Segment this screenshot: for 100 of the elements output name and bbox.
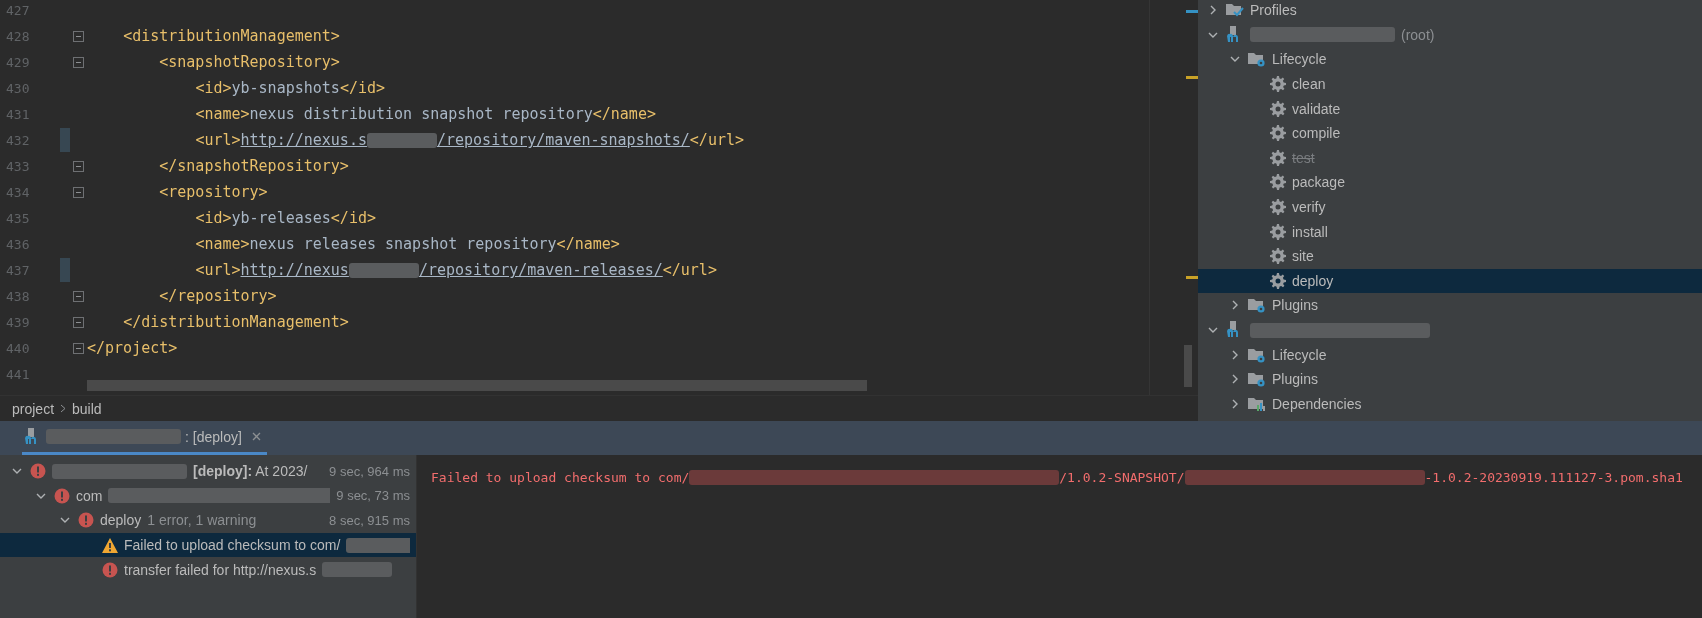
step-summary: 1 error, 1 warning xyxy=(147,512,257,529)
tree-item-label: (root) xyxy=(1401,26,1435,43)
build-step-label: [deploy]: At 2023/ xyxy=(193,463,308,480)
breadcrumb-item[interactable]: build xyxy=(72,400,102,417)
chevron-right-icon[interactable] xyxy=(1230,300,1240,311)
folder-gear-icon xyxy=(1248,51,1266,68)
fold-icon[interactable] xyxy=(72,316,84,328)
build-tree-row[interactable]: Failed to upload checksum to com/ xyxy=(0,532,416,558)
tree-item-label: install xyxy=(1292,223,1328,240)
xml-tag: <repository> xyxy=(159,183,268,201)
tree-item-label: compile xyxy=(1292,125,1341,142)
tree-row[interactable]: install xyxy=(1198,219,1702,244)
duration-text: 9 sec, 964 ms xyxy=(329,463,410,479)
breadcrumb-item[interactable]: project xyxy=(12,400,55,417)
duration-text: 9 sec, 73 ms xyxy=(336,488,410,504)
url-link[interactable]: http://nexus xyxy=(240,261,349,279)
line-number: 436 xyxy=(5,236,31,252)
tree-row[interactable]: validate xyxy=(1198,96,1702,121)
xml-tag: </snapshotRepository> xyxy=(159,157,349,175)
xml-tag: </distributionManagement> xyxy=(123,313,349,331)
tree-row[interactable]: Plugins xyxy=(1198,293,1702,318)
tree-item-label: site xyxy=(1292,248,1314,265)
tree-row[interactable]: Plugins xyxy=(1198,366,1702,392)
folder-bars-icon xyxy=(1248,395,1266,412)
folder-gear-icon xyxy=(1248,371,1266,388)
chevron-right-icon[interactable] xyxy=(1230,349,1240,360)
xml-tag: <name> xyxy=(195,235,250,253)
chevron-right-icon xyxy=(60,404,67,413)
tree-row[interactable]: Lifecycle xyxy=(1198,342,1702,367)
gear-icon xyxy=(1270,272,1286,289)
tree-item-label: Plugins xyxy=(1272,371,1318,388)
console-text: -1.0.2-20230919.111127-3.pom.sha1 xyxy=(1424,469,1683,485)
gear-icon xyxy=(1270,125,1286,142)
tree-row[interactable]: package xyxy=(1198,170,1702,195)
url-link[interactable]: /repository/maven-releases/ xyxy=(418,261,663,279)
build-step-label: com xyxy=(76,487,103,504)
fold-icon[interactable] xyxy=(72,30,84,42)
tree-row[interactable]: Lifecycle xyxy=(1198,47,1702,72)
xml-tag: </name> xyxy=(556,235,620,253)
xml-tag: <id> xyxy=(195,79,232,97)
tag-value: nexus distribution snapshot repository xyxy=(249,105,593,123)
chevron-right-icon[interactable] xyxy=(1208,5,1218,16)
tree-row[interactable]: compile xyxy=(1198,120,1702,146)
fold-icon[interactable] xyxy=(72,186,84,198)
duration-text: 8 sec, 915 ms xyxy=(329,513,410,528)
tree-row[interactable]: site xyxy=(1198,243,1702,269)
scrollbar-thumb[interactable] xyxy=(1184,345,1192,387)
xml-tag: <snapshotRepository> xyxy=(159,53,340,71)
close-icon[interactable] xyxy=(251,432,261,441)
build-tree-row[interactable]: transfer failed for http://nexus.s xyxy=(0,557,416,582)
tree-row[interactable]: verify xyxy=(1198,194,1702,220)
xml-tag: <url> xyxy=(195,261,241,279)
xml-tag: <id> xyxy=(195,209,232,227)
xml-tag: </project> xyxy=(87,339,178,357)
tree-item-label: validate xyxy=(1292,100,1341,117)
tree-row[interactable]: deploy xyxy=(1198,268,1702,294)
line-number: 430 xyxy=(5,80,31,96)
fold-icon[interactable] xyxy=(72,290,84,302)
line-number: 428 xyxy=(5,28,31,44)
tree-row[interactable]: clean xyxy=(1198,71,1702,97)
chevron-right-icon[interactable] xyxy=(1230,398,1240,409)
xml-tag: </id> xyxy=(339,79,386,97)
build-tree-row[interactable]: deploy 1 error, 1 warning 8 sec, 915 ms xyxy=(0,508,416,533)
gear-icon xyxy=(1270,248,1286,265)
tree-item-label: Lifecycle xyxy=(1272,346,1327,363)
line-number: 427 xyxy=(5,2,31,18)
tree-row[interactable]: Dependencies xyxy=(1198,391,1702,417)
line-number: 429 xyxy=(5,54,31,70)
fold-icon[interactable] xyxy=(72,342,84,354)
gear-icon xyxy=(1270,149,1286,166)
line-number: 435 xyxy=(5,210,31,226)
fold-icon[interactable] xyxy=(72,56,84,68)
error-icon xyxy=(54,487,70,504)
build-step-label: Failed to upload checksum to com/ xyxy=(124,537,341,554)
tree-row[interactable]: (root) xyxy=(1198,22,1702,48)
tree-item-label: deploy xyxy=(1292,272,1334,289)
build-tree-row[interactable]: [deploy]: At 2023/ 9 sec, 964 ms xyxy=(0,459,416,484)
line-number: 431 xyxy=(5,106,31,122)
line-number: 439 xyxy=(5,314,31,330)
console-text: /1.0.2-SNAPSHOT/ xyxy=(1059,469,1185,485)
line-number: 440 xyxy=(5,340,31,356)
line-number: 433 xyxy=(5,158,31,174)
fold-icon[interactable] xyxy=(72,160,84,172)
error-icon xyxy=(78,512,94,529)
url-link[interactable]: /repository/maven-snapshots/ xyxy=(436,131,690,149)
chevron-right-icon[interactable] xyxy=(1230,374,1240,385)
tree-item-label: verify xyxy=(1292,199,1326,216)
scrollbar-thumb[interactable] xyxy=(87,380,867,391)
xml-tag: </url> xyxy=(662,261,717,279)
tag-value: yb-releases xyxy=(231,209,331,227)
chevron-down-icon[interactable] xyxy=(1208,325,1218,335)
line-number: 432 xyxy=(5,132,31,148)
warning-icon xyxy=(102,537,118,553)
xml-tag: </id> xyxy=(330,209,376,227)
build-tree-row[interactable]: com 9 sec, 73 ms xyxy=(0,483,416,509)
xml-tag: </repository> xyxy=(159,287,277,305)
folder-gear-icon xyxy=(1248,297,1266,314)
tree-row[interactable]: Profiles xyxy=(1198,0,1702,23)
url-link[interactable]: http://nexus.s xyxy=(240,131,367,149)
folder-check-icon xyxy=(1226,2,1244,19)
